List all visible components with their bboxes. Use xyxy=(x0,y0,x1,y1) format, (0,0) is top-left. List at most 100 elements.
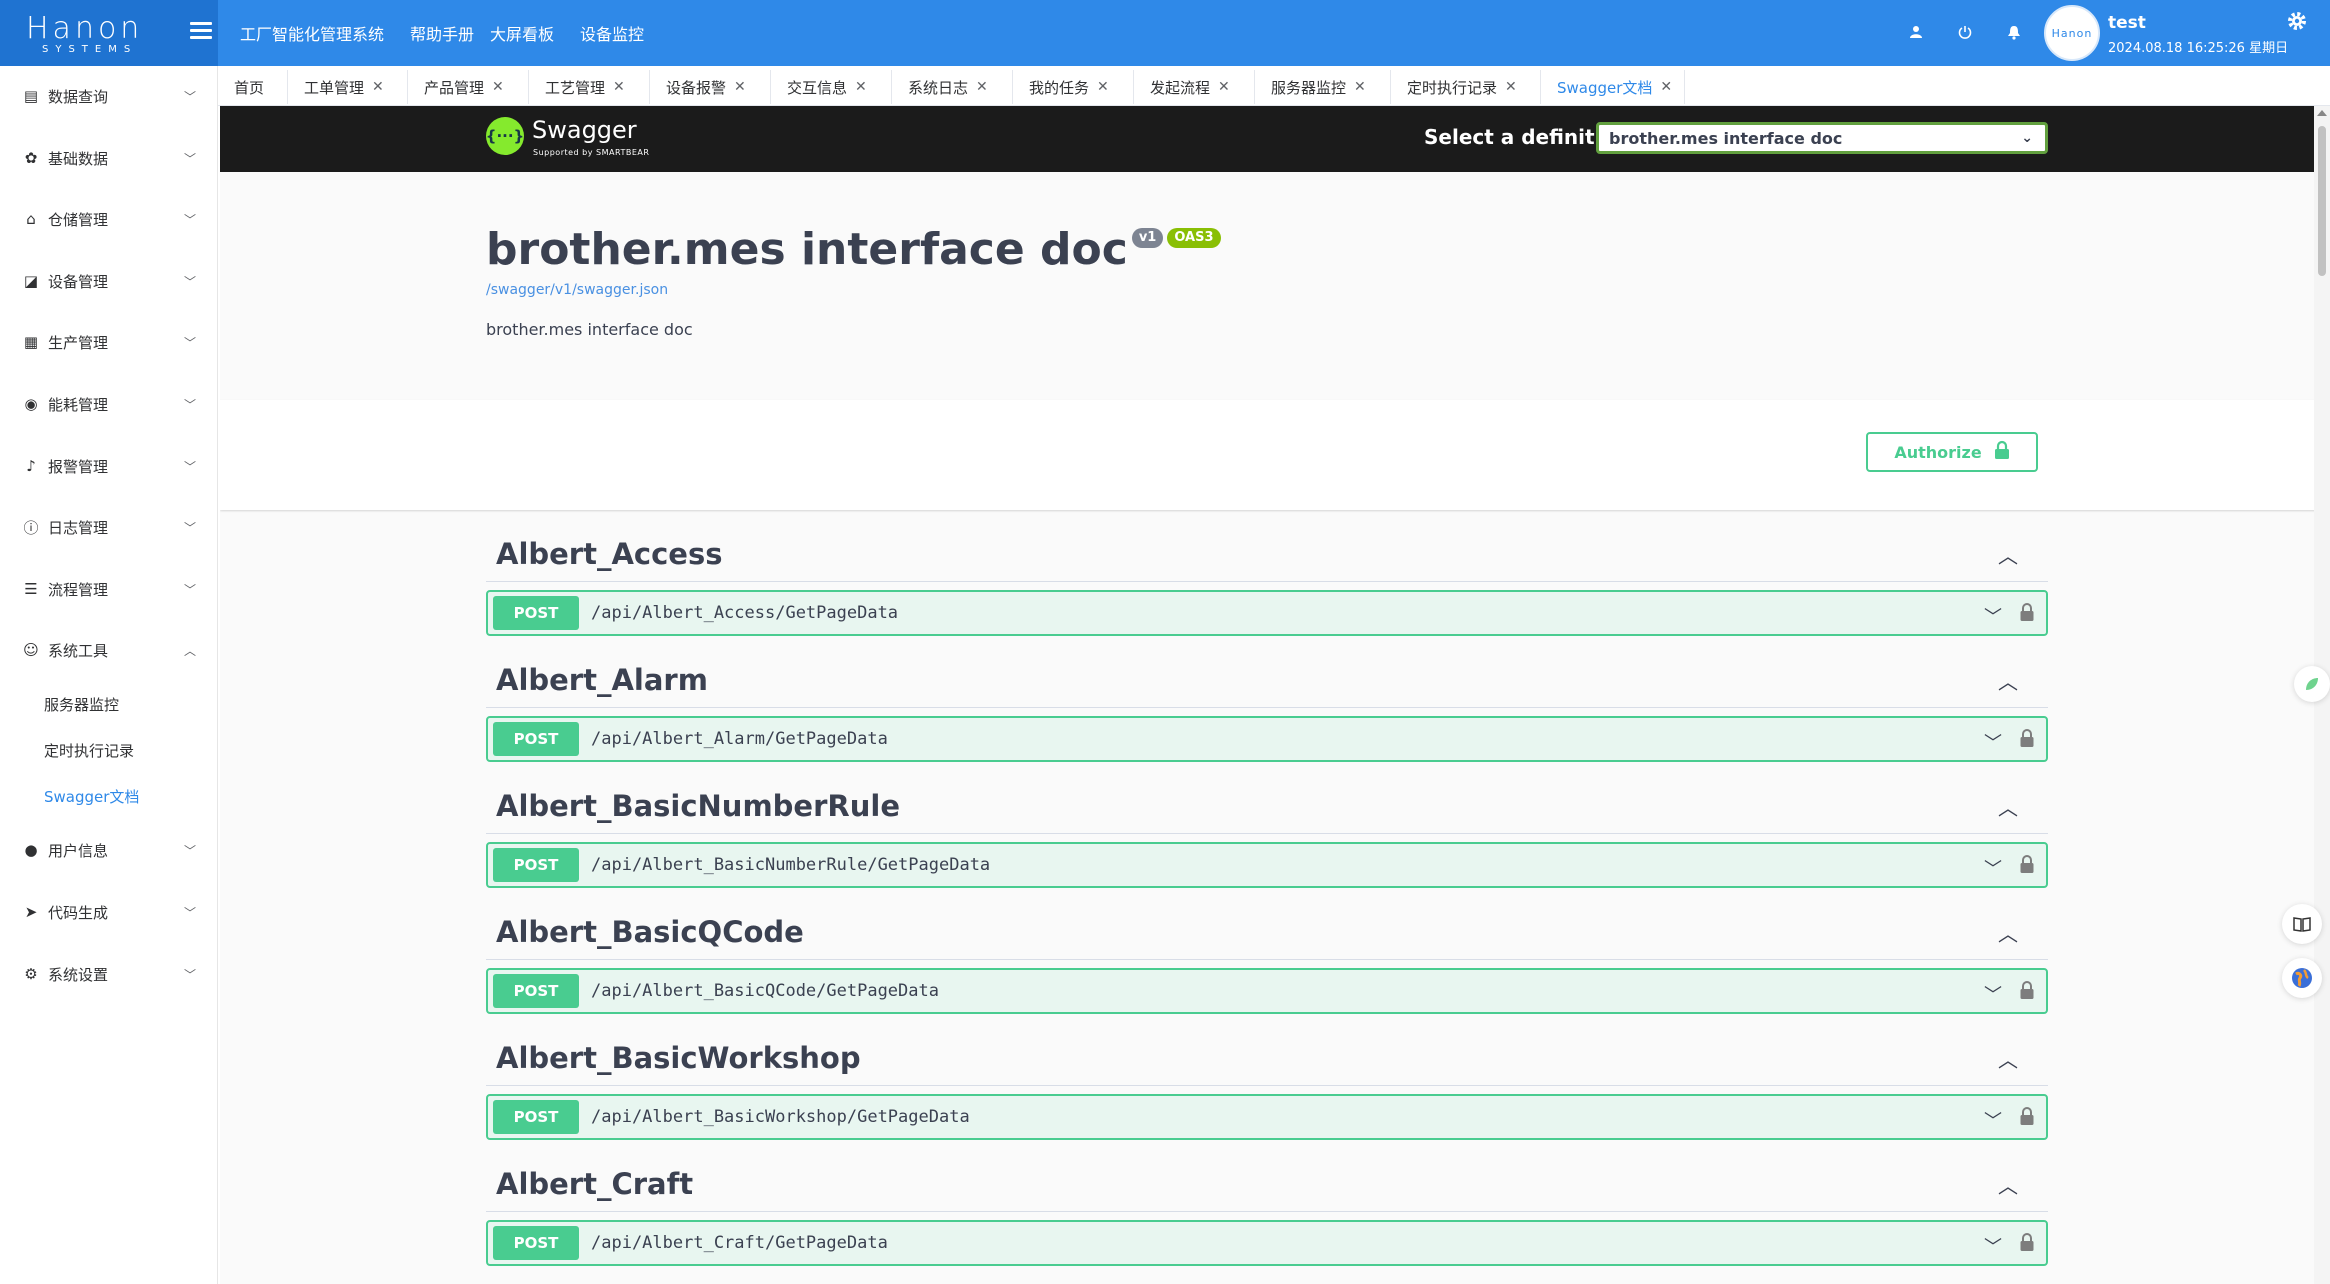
sidebar-item-system-tools[interactable]: ☺ 系统工具 ︿ xyxy=(0,630,218,670)
tab-product[interactable]: 产品管理 ✕ xyxy=(408,70,529,104)
chevron-down-icon[interactable]: ﹀ xyxy=(1984,855,2002,881)
close-icon[interactable]: ✕ xyxy=(855,79,867,95)
spec-link[interactable]: /swagger/v1/swagger.json xyxy=(486,282,1221,298)
sidebar-subitem-scheduled-records[interactable]: 定时执行记录 xyxy=(44,732,134,768)
tab-process[interactable]: 工艺管理 ✕ xyxy=(529,70,650,104)
lock-icon[interactable] xyxy=(2020,1232,2034,1256)
chevron-down-icon[interactable]: ﹀ xyxy=(1984,729,2002,755)
tag-header[interactable]: Albert_Alarm ︿ xyxy=(486,652,2048,708)
lock-icon[interactable] xyxy=(2020,602,2034,626)
operation-block[interactable]: POST /api/Albert_Craft/GetPageData ﹀ xyxy=(486,1220,2048,1266)
avatar[interactable]: Hanon xyxy=(2044,5,2100,61)
sidebar-item-logs[interactable]: ⓘ 日志管理 ﹀ xyxy=(0,507,218,547)
operation-block[interactable]: POST /api/Albert_BasicWorkshop/GetPageDa… xyxy=(486,1094,2048,1140)
tab-device-alarm[interactable]: 设备报警 ✕ xyxy=(650,70,771,104)
grid-icon: ▦ xyxy=(23,333,39,351)
chevron-down-icon[interactable]: ﹀ xyxy=(1984,603,2002,629)
oas-badge: OAS3 xyxy=(1167,228,1221,248)
menu-toggle-icon[interactable] xyxy=(190,22,212,42)
chevron-down-icon: ﹀ xyxy=(183,152,196,166)
close-icon[interactable]: ✕ xyxy=(1354,79,1366,95)
operation-block[interactable]: POST /api/Albert_Alarm/GetPageData ﹀ xyxy=(486,716,2048,762)
bell-icon[interactable] xyxy=(2004,22,2024,42)
close-icon[interactable]: ✕ xyxy=(734,79,746,95)
tag-header[interactable]: Albert_Craft ︿ xyxy=(486,1156,2048,1212)
operation-block[interactable]: POST /api/Albert_BasicNumberRule/GetPage… xyxy=(486,842,2048,888)
close-icon[interactable]: ✕ xyxy=(976,79,988,95)
chevron-up-icon[interactable]: ︿ xyxy=(1998,1044,2018,1073)
tag-section: Albert_Alarm ︿ POST /api/Albert_Alarm/Ge… xyxy=(486,652,2048,762)
sidebar-item-energy[interactable]: ◉ 能耗管理 ﹀ xyxy=(0,384,218,424)
chevron-up-icon[interactable]: ︿ xyxy=(1998,540,2018,569)
power-icon[interactable] xyxy=(1955,22,1975,42)
lock-icon[interactable] xyxy=(2020,854,2034,878)
leaf-icon[interactable] xyxy=(2294,666,2330,702)
sidebar-item-basic-data[interactable]: ✿ 基础数据 ﹀ xyxy=(0,138,218,178)
logo[interactable]: Hanon SYSTEMS xyxy=(0,0,218,66)
close-icon[interactable]: ✕ xyxy=(1218,79,1230,95)
chevron-down-icon[interactable]: ﹀ xyxy=(1984,1233,2002,1259)
tab-interaction[interactable]: 交互信息 ✕ xyxy=(771,70,892,104)
sidebar-item-warehouse[interactable]: ⌂ 仓储管理 ﹀ xyxy=(0,199,218,239)
chevron-up-icon[interactable]: ︿ xyxy=(1998,1170,2018,1199)
tag-header[interactable]: Albert_BasicQCode ︿ xyxy=(486,904,2048,960)
tab-swagger[interactable]: Swagger文档 ✕ xyxy=(1541,70,1685,104)
operation-block[interactable]: POST /api/Albert_Access/GetPageData ﹀ xyxy=(486,590,2048,636)
lock-icon[interactable] xyxy=(2020,1106,2034,1130)
tab-label: 工单管理 xyxy=(304,78,365,97)
tag-header[interactable]: Albert_BasicWorkshop ︿ xyxy=(486,1030,2048,1086)
api-info: brother.mes interface doc v1 OAS3 /swagg… xyxy=(486,224,1221,339)
sidebar-subitem-swagger[interactable]: Swagger文档 xyxy=(44,778,139,814)
lock-icon[interactable] xyxy=(2020,980,2034,1004)
tab-my-tasks[interactable]: 我的任务 ✕ xyxy=(1013,70,1134,104)
lock-icon[interactable] xyxy=(2020,728,2034,752)
tab-system-log[interactable]: 系统日志 ✕ xyxy=(892,70,1013,104)
sidebar-subitem-server-monitor[interactable]: 服务器监控 xyxy=(44,686,119,722)
close-icon[interactable]: ✕ xyxy=(1660,79,1672,95)
tab-work-order[interactable]: 工单管理 ✕ xyxy=(288,70,408,104)
chevron-down-icon[interactable]: ﹀ xyxy=(1984,1107,2002,1133)
nav-help-manual[interactable]: 帮助手册 xyxy=(410,21,474,45)
chevron-down-icon[interactable]: ﹀ xyxy=(1984,981,2002,1007)
tab-server-monitor[interactable]: 服务器监控 ✕ xyxy=(1255,70,1391,104)
tab-label: 服务器监控 xyxy=(1271,78,1347,97)
globe-icon[interactable] xyxy=(2282,958,2322,998)
nav-device-monitor[interactable]: 设备监控 xyxy=(580,21,644,45)
sidebar-item-equipment[interactable]: ◪ 设备管理 ﹀ xyxy=(0,261,218,301)
close-icon[interactable]: ✕ xyxy=(1505,79,1517,95)
sidebar-item-user-info[interactable]: ● 用户信息 ﹀ xyxy=(0,830,218,870)
close-icon[interactable]: ✕ xyxy=(1097,79,1109,95)
book-icon[interactable] xyxy=(2282,904,2322,944)
scroll-up-arrow-icon[interactable] xyxy=(2317,110,2327,116)
aperture-icon: ◉ xyxy=(24,395,38,413)
tab-scheduled-records[interactable]: 定时执行记录 ✕ xyxy=(1391,70,1541,104)
sidebar-item-workflow[interactable]: ☰ 流程管理 ﹀ xyxy=(0,569,218,609)
nav-system-name[interactable]: 工厂智能化管理系统 xyxy=(240,21,384,45)
chevron-up-icon[interactable]: ︿ xyxy=(1998,918,2018,947)
chevron-up-icon[interactable]: ︿ xyxy=(1998,666,2018,695)
authorize-button[interactable]: Authorize xyxy=(1866,432,2038,472)
tab-label: 首页 xyxy=(234,78,265,97)
tab-start-flow[interactable]: 发起流程 ✕ xyxy=(1134,70,1255,104)
sidebar-item-settings[interactable]: ⚙ 系统设置 ﹀ xyxy=(0,954,218,994)
chevron-down-icon: ﹀ xyxy=(183,336,196,350)
user-icon[interactable] xyxy=(1906,22,1926,42)
nav-dashboard[interactable]: 大屏看板 xyxy=(490,21,554,45)
settings-gear-icon[interactable] xyxy=(2286,10,2308,38)
close-icon[interactable]: ✕ xyxy=(372,79,384,95)
tag-header[interactable]: Albert_Access ︿ xyxy=(486,526,2048,582)
method-badge: POST xyxy=(493,1100,579,1134)
sidebar-item-production[interactable]: ▦ 生产管理 ﹀ xyxy=(0,322,218,362)
definition-select[interactable]: brother.mes interface doc ⌄ xyxy=(1596,122,2048,154)
close-icon[interactable]: ✕ xyxy=(492,79,504,95)
tab-home[interactable]: 首页 xyxy=(218,70,288,104)
sidebar-item-data-query[interactable]: ▤ 数据查询 ﹀ xyxy=(0,76,218,116)
scroll-thumb[interactable] xyxy=(2318,126,2326,276)
operation-block[interactable]: POST /api/Albert_BasicQCode/GetPageData … xyxy=(486,968,2048,1014)
swagger-logo-icon[interactable]: {···} xyxy=(486,117,524,155)
sidebar-item-alarm[interactable]: ♪ 报警管理 ﹀ xyxy=(0,446,218,486)
chevron-up-icon[interactable]: ︿ xyxy=(1998,792,2018,821)
tag-header[interactable]: Albert_BasicNumberRule ︿ xyxy=(486,778,2048,834)
sidebar-item-code-gen[interactable]: ➤ 代码生成 ﹀ xyxy=(0,892,218,932)
close-icon[interactable]: ✕ xyxy=(613,79,625,95)
